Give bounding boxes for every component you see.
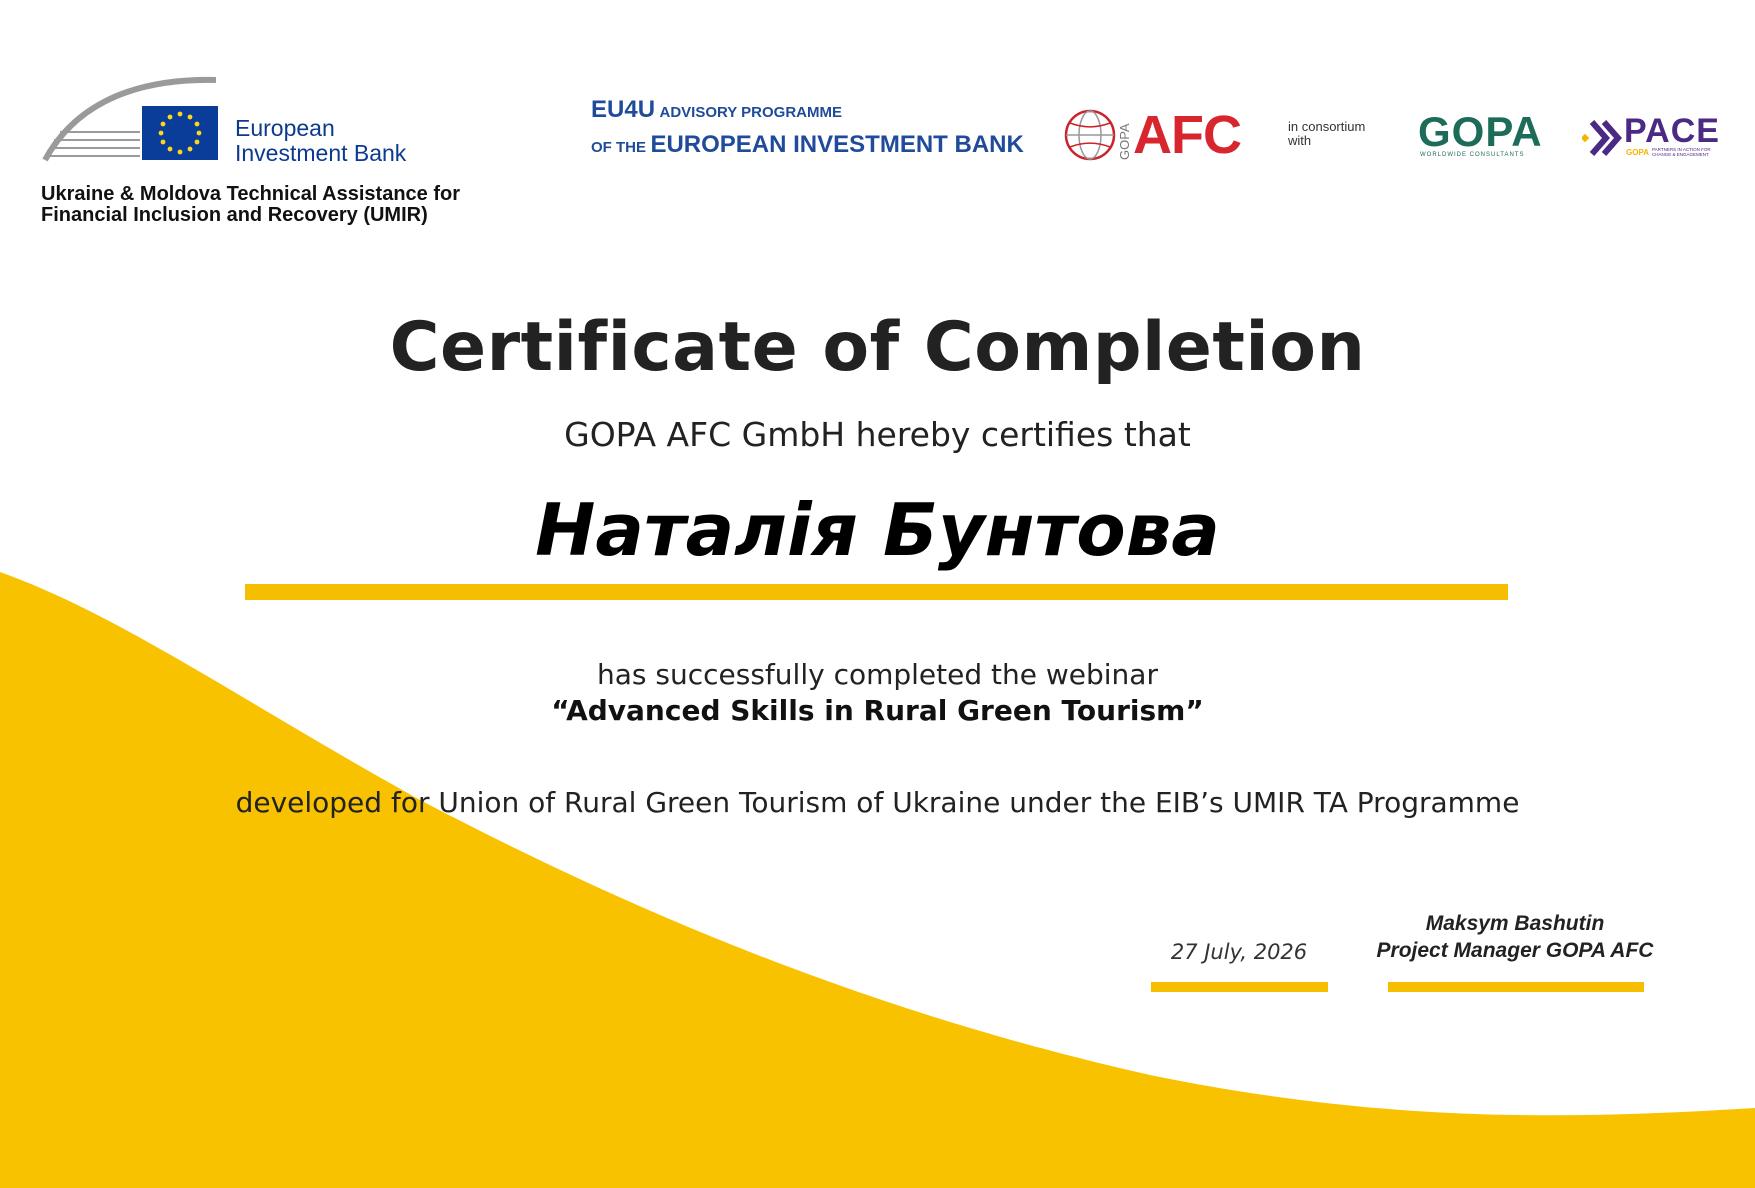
completed-text: has successfully completed the webinar xyxy=(597,658,1158,691)
pace-logo-gopa: GOPA xyxy=(1626,148,1649,157)
signature-underline xyxy=(1388,982,1644,992)
certificate-title: Certificate of Completion xyxy=(389,308,1366,387)
eu4u-subtitle: ADVISORY PROGRAMME xyxy=(659,104,843,121)
developed-for-text: developed for Union of Rural Green Touri… xyxy=(235,786,1520,819)
pace-logo-tagline: PARTNERS IN ACTION FOR CHANGE & ENGAGEME… xyxy=(1652,147,1711,157)
recipient-name: Наталія Бунтова xyxy=(535,488,1220,572)
globe-icon xyxy=(1064,109,1116,161)
consortium-line1: in consortium xyxy=(1288,119,1366,134)
date-underline xyxy=(1151,982,1328,992)
eu4u-logo: EU4U ADVISORY PROGRAMME OF THE EUROPEAN … xyxy=(591,94,1024,164)
signer-name: Maksym Bashutin xyxy=(1425,912,1605,935)
eib-logo-line1: European xyxy=(235,115,335,141)
afc-logo-gopa: GOPA xyxy=(1117,123,1132,160)
eib-logo-line2: Investment Bank xyxy=(235,140,407,166)
certificate-date: 27 July, 2026 xyxy=(1170,940,1308,964)
umir-line2: Financial Inclusion and Recovery (UMIR) xyxy=(41,204,428,226)
name-underline xyxy=(245,584,1508,600)
signer-title: Project Manager GOPA AFC xyxy=(1376,939,1654,962)
certificate-page: European Investment Bank Ukraine & Moldo… xyxy=(0,0,1755,1188)
gopa-logo-tagline: WORLDWIDE CONSULTANTS xyxy=(1420,152,1525,158)
webinar-title: “Advanced Skills in Rural Green Tourism” xyxy=(551,694,1204,727)
gopa-logo-text: GOPA xyxy=(1418,108,1543,155)
certifies-text: GOPA AFC GmbH hereby certifies that xyxy=(564,415,1191,454)
consortium-text: in consortium with xyxy=(1288,120,1365,148)
eu4u-title: EU4U xyxy=(591,96,656,123)
pace-logo-text: PACE xyxy=(1624,112,1720,150)
eib-logo-text: European Investment Bank xyxy=(235,116,406,166)
umir-programme-name: Ukraine & Moldova Technical Assistance f… xyxy=(41,184,601,226)
eu4u-bank: EUROPEAN INVESTMENT BANK xyxy=(650,131,1024,158)
signer-block: Maksym Bashutin Project Manager GOPA AFC xyxy=(1345,910,1685,964)
eu4u-of-the: OF THE xyxy=(591,139,646,156)
umir-line1: Ukraine & Moldova Technical Assistance f… xyxy=(41,183,461,205)
afc-logo-text: AFC xyxy=(1133,105,1242,165)
consortium-line2: with xyxy=(1288,133,1312,148)
chevron-right-icon xyxy=(1582,120,1622,156)
